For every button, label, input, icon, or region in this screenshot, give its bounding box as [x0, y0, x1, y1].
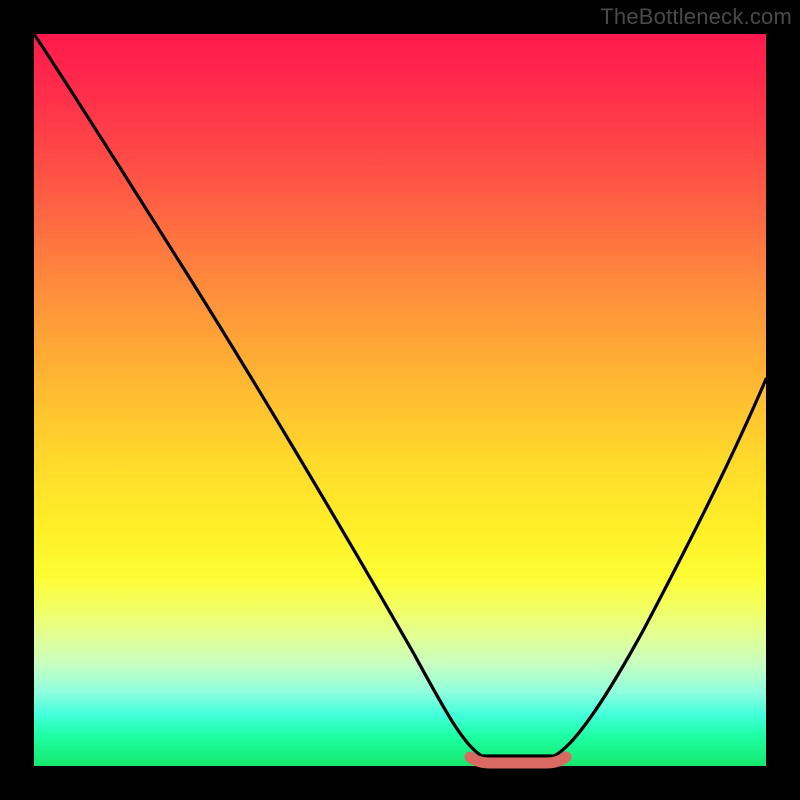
flat-marker [470, 757, 566, 763]
bottleneck-curve [34, 34, 766, 756]
chart-frame: TheBottleneck.com [0, 0, 800, 800]
watermark-text: TheBottleneck.com [600, 4, 792, 30]
chart-svg [34, 34, 766, 766]
